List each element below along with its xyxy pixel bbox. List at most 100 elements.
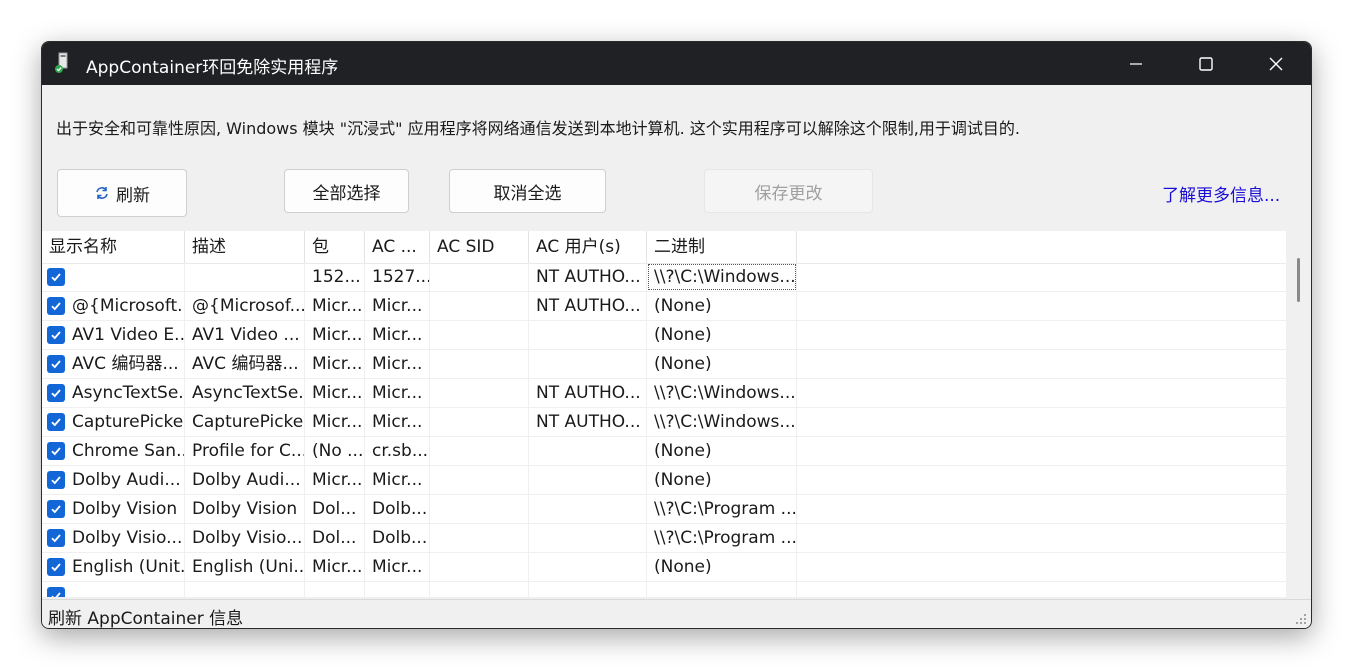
table-row[interactable]: AsyncTextSe... AsyncTextSe... Micr... Micr.… [42,379,1286,408]
cell-ac-name: Dolb... [365,495,430,523]
cell-ac-sid [430,379,529,407]
checkbox-checked-icon[interactable] [47,326,65,344]
column-header-ac-sid[interactable]: AC SID [430,231,529,263]
table-row[interactable]: English (Unit... English (Uni... Micr... Mi… [42,553,1286,582]
column-header-ac-users[interactable]: AC 用户(s) [529,231,647,263]
deselect-all-button[interactable]: 取消全选 [449,169,606,213]
checkbox-checked-icon[interactable] [47,500,65,518]
cell-ac-users [529,437,647,465]
cell-display-name: Dolby Audi... [42,466,185,494]
column-header-package[interactable]: 包 [305,231,365,263]
table-row[interactable]: CapturePicker CapturePicker Micr... Micr...… [42,408,1286,437]
cell-binary: (None) [647,466,797,494]
cell-ac-users: NT AUTHO... [529,379,647,407]
table-row[interactable]: 152... 1527... NT AUTHO... \\?\C:\Windows..… [42,263,1286,292]
cell-package: Micr... [305,466,365,494]
cell-filler [797,321,1286,349]
display-name-text: AVC 编码器... [72,354,179,374]
checkbox-checked-icon[interactable] [47,558,65,576]
refresh-button[interactable]: 刷新 [57,169,187,217]
cell-ac-name: Micr... [365,553,430,581]
cell-binary: (None) [647,553,797,581]
appcontainer-table[interactable]: 显示名称 描述 包 AC ... AC SID AC 用户(s) 二进制 152… [42,231,1286,597]
vertical-scrollbar[interactable] [1287,231,1311,597]
cell-display-name [42,263,185,291]
cell-ac-users [529,321,647,349]
cell-description [185,263,305,291]
table-row[interactable]: Chrome San... Profile for C... (No ... cr.s… [42,437,1286,466]
table-row[interactable]: Dolby Visio... Dolby Visio... Dol... Dolb..… [42,524,1286,553]
cell-display-name: AV1 Video E... [42,321,185,349]
cell-display-name: CapturePicker [42,408,185,436]
cell-package: Dol... [305,495,365,523]
table-row[interactable] [42,582,1286,597]
checkbox-checked-icon[interactable] [47,297,65,315]
cell-ac-name: Dolb... [365,524,430,552]
cell-package: Micr... [305,379,365,407]
checkbox-checked-icon[interactable] [47,384,65,402]
cell-ac-users [529,553,647,581]
close-icon [1269,57,1283,70]
checkbox-checked-icon[interactable] [47,268,65,286]
column-header-ac-name[interactable]: AC ... [365,231,430,263]
cell-ac-name: Micr... [365,292,430,320]
cell-ac-name: Micr... [365,321,430,349]
checkbox-checked-icon[interactable] [47,355,65,373]
table-row[interactable]: @{Microsoft... @{Microsof... Micr... Micr..… [42,292,1286,321]
cell-binary: \\?\C:\Program ... [647,495,797,523]
cell-ac-name: Micr... [365,466,430,494]
minimize-button[interactable] [1101,42,1171,85]
cell-description: Profile for C... [185,437,305,465]
learn-more-link[interactable]: 了解更多信息... [1162,181,1280,206]
column-header-display-name[interactable]: 显示名称 [42,231,185,263]
checkbox-checked-icon[interactable] [47,529,65,547]
cell-display-name: Dolby Visio... [42,524,185,552]
cell-ac-name: 1527... [365,263,430,291]
cell-binary: \\?\C:\Program ... [647,524,797,552]
cell-package [305,582,365,597]
table-row[interactable]: Dolby Vision Dolby Vision Dol... Dolb... \\?… [42,495,1286,524]
save-changes-button[interactable]: 保存更改 [704,169,873,213]
cell-filler [797,263,1286,291]
status-bar: 刷新 AppContainer 信息 [42,599,1311,628]
checkbox-checked-icon[interactable] [47,442,65,460]
cell-ac-users: NT AUTHO... [529,292,647,320]
cell-ac-sid [430,321,529,349]
cell-ac-sid [430,582,529,597]
cell-description: Dolby Audi... [185,466,305,494]
cell-package: Micr... [305,553,365,581]
title-bar[interactable]: AppContainer环回免除实用程序 [42,42,1311,85]
display-name-text: AsyncTextSe... [72,383,185,403]
display-name-text: Chrome San... [72,441,185,461]
table-header: 显示名称 描述 包 AC ... AC SID AC 用户(s) 二进制 [42,231,1286,264]
table-body: 152... 1527... NT AUTHO... \\?\C:\Windows..… [42,263,1286,597]
checkbox-checked-icon[interactable] [47,587,65,597]
column-header-binary[interactable]: 二进制 [647,231,797,263]
cell-ac-users [529,466,647,494]
cell-filler [797,437,1286,465]
cell-description: AsyncTextSe... [185,379,305,407]
cell-ac-name: cr.sb.... [365,437,430,465]
cell-filler [797,379,1286,407]
column-header-description[interactable]: 描述 [185,231,305,263]
resize-grip-icon[interactable] [1295,613,1307,625]
display-name-text: Dolby Visio... [72,528,183,548]
cell-description: CapturePicker [185,408,305,436]
cell-filler [797,408,1286,436]
table-row[interactable]: Dolby Audi... Dolby Audi... Micr... Micr...… [42,466,1286,495]
cell-ac-users [529,495,647,523]
app-window: AppContainer环回免除实用程序 出于安全和可靠性原因, Windows… [41,41,1312,629]
display-name-text: AV1 Video E... [72,325,185,345]
checkbox-checked-icon[interactable] [47,413,65,431]
cell-ac-name [365,582,430,597]
table-row[interactable]: AVC 编码器... AVC 编码器... Micr... Micr... (None) [42,350,1286,379]
select-all-button[interactable]: 全部选择 [284,169,409,213]
cell-package: Micr... [305,408,365,436]
checkbox-checked-icon[interactable] [47,471,65,489]
cell-ac-name: Micr... [365,408,430,436]
cell-package: 152... [305,263,365,291]
maximize-button[interactable] [1171,42,1241,85]
table-row[interactable]: AV1 Video E... AV1 Video ... Micr... Micr..… [42,321,1286,350]
close-button[interactable] [1241,42,1311,85]
scrollbar-thumb[interactable] [1297,258,1300,302]
